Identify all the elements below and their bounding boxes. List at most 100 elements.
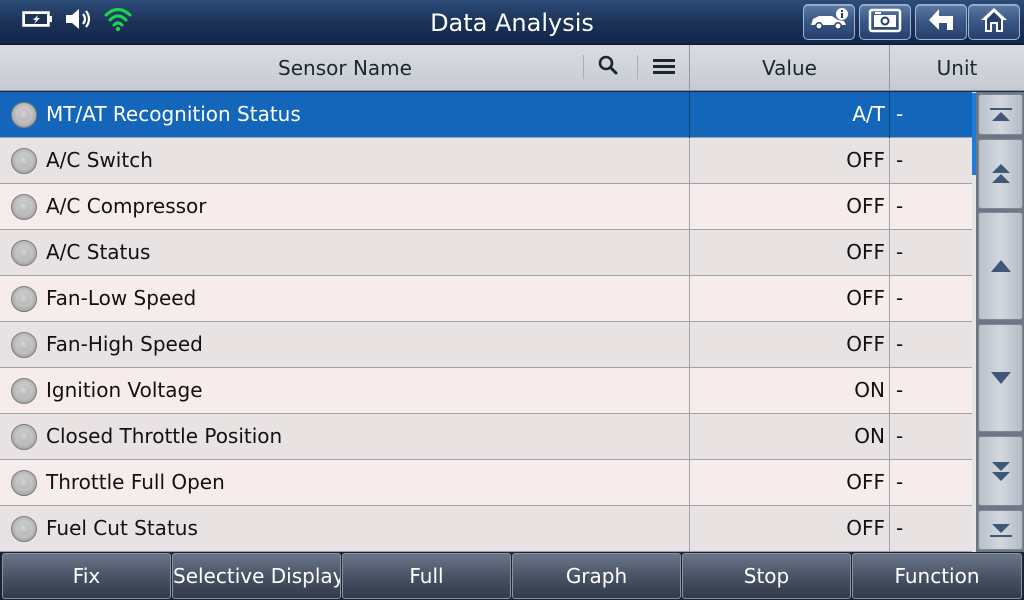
sensor-value: OFF [846,470,885,494]
cell-divider [889,230,890,276]
sensor-name: MT/AT Recognition Status [46,102,301,126]
sensor-unit: - [896,332,904,356]
scroll-to-bottom-button[interactable] [978,510,1023,550]
menu-button[interactable] [651,54,677,80]
scroll-top-icon [989,107,1012,121]
radio-button[interactable] [11,470,37,496]
scroll-up-button[interactable] [978,212,1023,320]
scroll-buttons-panel [976,92,1024,552]
graph-button[interactable]: Graph [512,553,681,599]
radio-button[interactable] [11,424,37,450]
full-button[interactable]: Full [342,553,511,599]
radio-button[interactable] [11,240,37,266]
sensor-unit: - [896,470,904,494]
cell-divider [889,506,890,552]
sensor-unit: - [896,240,904,264]
sensor-name: Fuel Cut Status [46,516,198,540]
cell-divider [889,138,890,184]
table-row[interactable]: Fan-High Speed OFF - [0,322,972,368]
title-bar: Data Analysis [0,0,1024,45]
stop-button[interactable]: Stop [682,553,851,599]
radio-button[interactable] [11,378,37,404]
chevron-up-icon [990,260,1011,272]
sensor-value: OFF [846,240,885,264]
scroll-to-top-button[interactable] [978,94,1023,135]
column-header-value: Value [762,56,817,80]
header-divider [637,55,638,79]
home-button[interactable] [968,4,1020,40]
sensor-value: OFF [846,332,885,356]
table-row[interactable]: MT/AT Recognition Status A/T - [0,92,972,138]
sensor-name: Throttle Full Open [46,470,225,494]
function-button[interactable]: Function [852,553,1022,599]
cell-divider [889,414,890,460]
sensor-name: A/C Compressor [46,194,207,218]
sensor-value: OFF [846,286,885,310]
sensor-value: OFF [846,148,885,172]
table-row[interactable]: Closed Throttle Position ON - [0,414,972,460]
cell-divider [889,368,890,414]
cell-divider [889,460,890,506]
header-divider [583,55,584,79]
return-arrow-icon [925,6,957,38]
back-button[interactable] [915,4,967,40]
sensor-name: A/C Status [46,240,151,264]
sensor-unit: - [896,378,904,402]
table-row[interactable]: A/C Status OFF - [0,230,972,276]
menu-icon [653,59,675,74]
search-icon [598,55,618,75]
page-up-button[interactable] [978,139,1023,209]
table-row[interactable]: A/C Switch OFF - [0,138,972,184]
cell-divider [889,184,890,230]
sensor-value: OFF [846,516,885,540]
sensor-value: A/T [852,102,885,126]
radio-button[interactable] [11,516,37,542]
sensor-unit: - [896,516,904,540]
sensor-value: OFF [846,194,885,218]
page-down-button[interactable] [978,436,1023,506]
sensor-unit: - [896,286,904,310]
sensor-unit: - [896,102,904,126]
table-row[interactable]: Fuel Cut Status OFF - [0,506,972,552]
fix-button[interactable]: Fix [2,553,171,599]
sensor-name: Closed Throttle Position [46,424,283,448]
home-icon [979,6,1009,38]
radio-button[interactable] [11,148,37,174]
table-header: Sensor Name Value Unit [0,45,1024,91]
sensor-unit: - [896,424,904,448]
radio-button[interactable] [11,286,37,312]
table-row[interactable]: Ignition Voltage ON - [0,368,972,414]
sensor-name: A/C Switch [46,148,153,172]
function-bar: Fix Selective Display Full Graph Stop Fu… [0,552,1024,600]
sensor-list: MT/AT Recognition Status A/T - A/C Switc… [0,92,972,552]
search-button[interactable] [596,54,622,80]
camera-icon [867,7,903,37]
car-info-icon [808,7,850,37]
sensor-unit: - [896,194,904,218]
radio-button[interactable] [11,332,37,358]
chevron-down-icon [990,372,1011,384]
double-chevron-down-icon [991,462,1010,481]
cell-divider [889,276,890,322]
sensor-unit: - [896,148,904,172]
table-row[interactable]: A/C Compressor OFF - [0,184,972,230]
sensor-name: Fan-High Speed [46,332,203,356]
sensor-name: Fan-Low Speed [46,286,197,310]
sensor-name: Ignition Voltage [46,378,203,402]
selective-display-button[interactable]: Selective Display [172,553,341,599]
table-row[interactable]: Throttle Full Open OFF - [0,460,972,506]
screenshot-button[interactable] [859,4,911,40]
table-row[interactable]: Fan-Low Speed OFF - [0,276,972,322]
scroll-down-button[interactable] [978,324,1023,432]
cell-divider [889,92,890,138]
sensor-value: ON [854,424,885,448]
scroll-bottom-icon [989,524,1012,537]
radio-button[interactable] [11,194,37,220]
column-header-sensor-name[interactable]: Sensor Name [0,45,690,91]
double-chevron-up-icon [991,164,1010,183]
radio-button[interactable] [11,102,37,128]
column-header-unit: Unit [936,56,978,80]
cell-divider [889,322,890,368]
sensor-value: ON [854,378,885,402]
vehicle-info-button[interactable] [803,4,855,40]
